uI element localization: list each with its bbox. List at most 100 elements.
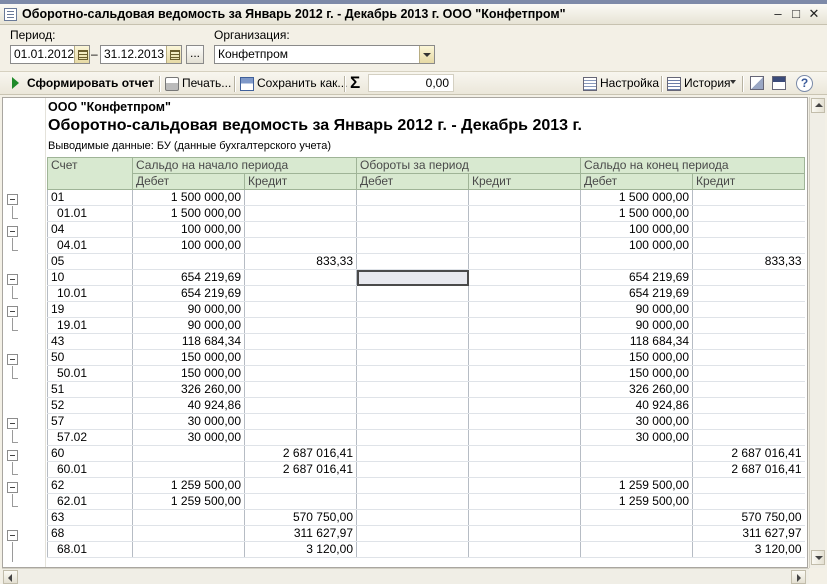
collapse-group-icon[interactable]	[7, 418, 18, 429]
cell-closing-debit[interactable]	[580, 525, 693, 542]
cell-account[interactable]: 04	[47, 221, 133, 238]
cell-closing-debit[interactable]: 100 000,00	[580, 237, 693, 254]
cell-opening-credit[interactable]	[244, 349, 357, 366]
table-row[interactable]: 60.01 2 687 016,41 2 687 016,41	[47, 461, 805, 478]
collapse-group-icon[interactable]	[7, 482, 18, 493]
cell-opening-debit[interactable]: 30 000,00	[132, 413, 245, 430]
table-row[interactable]: 10.01 654 219,69 654 219,69	[47, 285, 805, 302]
cell-closing-credit[interactable]: 2 687 016,41	[692, 445, 805, 462]
cell-opening-debit[interactable]: 100 000,00	[132, 221, 245, 238]
cell-turnover-credit[interactable]	[468, 221, 581, 238]
cell-opening-debit[interactable]: 1 259 500,00	[132, 493, 245, 510]
cell-turnover-credit[interactable]	[468, 205, 581, 222]
cell-account[interactable]: 68	[47, 525, 133, 542]
cell-opening-credit[interactable]: 2 687 016,41	[244, 461, 357, 478]
cell-opening-credit[interactable]	[244, 429, 357, 446]
table-row[interactable]: 50.01 150 000,00 150 000,00	[47, 365, 805, 382]
cell-account[interactable]: 57	[47, 413, 133, 430]
cell-turnover-debit[interactable]	[356, 269, 469, 286]
cell-account[interactable]: 01.01	[47, 205, 133, 222]
cell-account[interactable]: 10.01	[47, 285, 133, 302]
collapse-group-icon[interactable]	[7, 530, 18, 541]
header-opening-debit[interactable]: Дебет	[132, 173, 245, 190]
cell-closing-credit[interactable]	[692, 365, 805, 382]
settings-button[interactable]: Настройка	[600, 76, 659, 90]
organization-select[interactable]: Конфетпром	[214, 45, 435, 64]
cell-closing-credit[interactable]	[692, 381, 805, 398]
cell-closing-debit[interactable]: 90 000,00	[580, 301, 693, 318]
cell-turnover-debit[interactable]	[356, 541, 469, 558]
cell-closing-debit[interactable]	[580, 541, 693, 558]
cell-closing-credit[interactable]: 2 687 016,41	[692, 461, 805, 478]
table-row[interactable]: 62.01 1 259 500,00 1 259 500,00	[47, 493, 805, 510]
cell-account[interactable]: 50.01	[47, 365, 133, 382]
table-row[interactable]: 62 1 259 500,00 1 259 500,00	[47, 477, 805, 494]
cell-turnover-debit[interactable]	[356, 413, 469, 430]
cell-closing-debit[interactable]: 30 000,00	[580, 413, 693, 430]
chevron-down-icon[interactable]	[419, 46, 434, 63]
calendar-icon[interactable]	[166, 46, 181, 63]
cell-closing-debit[interactable]: 1 500 000,00	[580, 189, 693, 206]
header-account[interactable]: Счет	[47, 157, 133, 190]
cell-closing-debit[interactable]: 1 259 500,00	[580, 477, 693, 494]
cell-opening-credit[interactable]	[244, 205, 357, 222]
cell-turnover-debit[interactable]	[356, 301, 469, 318]
cell-closing-debit[interactable]: 90 000,00	[580, 317, 693, 334]
table-row[interactable]: 43 118 684,34 118 684,34	[47, 333, 805, 350]
table-row[interactable]: 51 326 260,00 326 260,00	[47, 381, 805, 398]
cell-turnover-debit[interactable]	[356, 205, 469, 222]
maximize-icon[interactable]: □	[788, 7, 804, 22]
table-row[interactable]: 01.01 1 500 000,00 1 500 000,00	[47, 205, 805, 222]
cell-closing-debit[interactable]	[580, 253, 693, 270]
cell-turnover-credit[interactable]	[468, 189, 581, 206]
cell-opening-debit[interactable]: 90 000,00	[132, 317, 245, 334]
cell-opening-debit[interactable]	[132, 461, 245, 478]
cell-account[interactable]: 10	[47, 269, 133, 286]
cell-account[interactable]: 19	[47, 301, 133, 318]
cell-closing-credit[interactable]	[692, 285, 805, 302]
scroll-left-arrow[interactable]	[3, 570, 18, 584]
header-turnover-debit[interactable]: Дебет	[356, 173, 469, 190]
cell-closing-credit[interactable]	[692, 189, 805, 206]
table-row[interactable]: 04.01 100 000,00 100 000,00	[47, 237, 805, 254]
cell-turnover-credit[interactable]	[468, 253, 581, 270]
table-row[interactable]: 52 40 924,86 40 924,86	[47, 397, 805, 414]
cell-opening-credit[interactable]	[244, 397, 357, 414]
header-opening-credit[interactable]: Кредит	[244, 173, 357, 190]
cell-turnover-debit[interactable]	[356, 253, 469, 270]
cell-opening-credit[interactable]	[244, 285, 357, 302]
table-row[interactable]: 60 2 687 016,41 2 687 016,41	[47, 445, 805, 462]
cell-turnover-debit[interactable]	[356, 509, 469, 526]
cell-turnover-credit[interactable]	[468, 493, 581, 510]
cell-opening-credit[interactable]: 570 750,00	[244, 509, 357, 526]
cell-closing-credit[interactable]	[692, 413, 805, 430]
expand-groups-icon[interactable]	[750, 76, 764, 90]
cell-closing-debit[interactable]: 326 260,00	[580, 381, 693, 398]
table-row[interactable]: 68.01 3 120,00 3 120,00	[47, 541, 805, 558]
collapse-group-icon[interactable]	[7, 354, 18, 365]
collapse-group-icon[interactable]	[7, 306, 18, 317]
close-icon[interactable]: ✕	[806, 7, 822, 22]
cell-opening-credit[interactable]	[244, 477, 357, 494]
header-opening-balance[interactable]: Сальдо на начало периода	[132, 157, 357, 174]
cell-account[interactable]: 50	[47, 349, 133, 366]
cell-account[interactable]: 04.01	[47, 237, 133, 254]
window-options-icon[interactable]	[772, 76, 786, 90]
cell-turnover-credit[interactable]	[468, 509, 581, 526]
cell-closing-debit[interactable]: 1 259 500,00	[580, 493, 693, 510]
cell-account[interactable]: 60	[47, 445, 133, 462]
header-turnover-credit[interactable]: Кредит	[468, 173, 581, 190]
date-to-field[interactable]: 31.12.2013	[100, 45, 182, 64]
cell-turnover-debit[interactable]	[356, 285, 469, 302]
date-from-field[interactable]: 01.01.2012	[10, 45, 90, 64]
header-turnover[interactable]: Обороты за период	[356, 157, 581, 174]
report-area[interactable]: ООО "Конфетпром" Оборотно-сальдовая ведо…	[2, 97, 808, 568]
collapse-group-icon[interactable]	[7, 450, 18, 461]
header-closing-credit[interactable]: Кредит	[692, 173, 805, 190]
cell-opening-debit[interactable]: 40 924,86	[132, 397, 245, 414]
cell-closing-credit[interactable]	[692, 269, 805, 286]
table-row[interactable]: 01 1 500 000,00 1 500 000,00	[47, 189, 805, 206]
vertical-scrollbar[interactable]	[809, 97, 825, 568]
horizontal-scrollbar[interactable]	[2, 568, 809, 584]
cell-turnover-debit[interactable]	[356, 365, 469, 382]
